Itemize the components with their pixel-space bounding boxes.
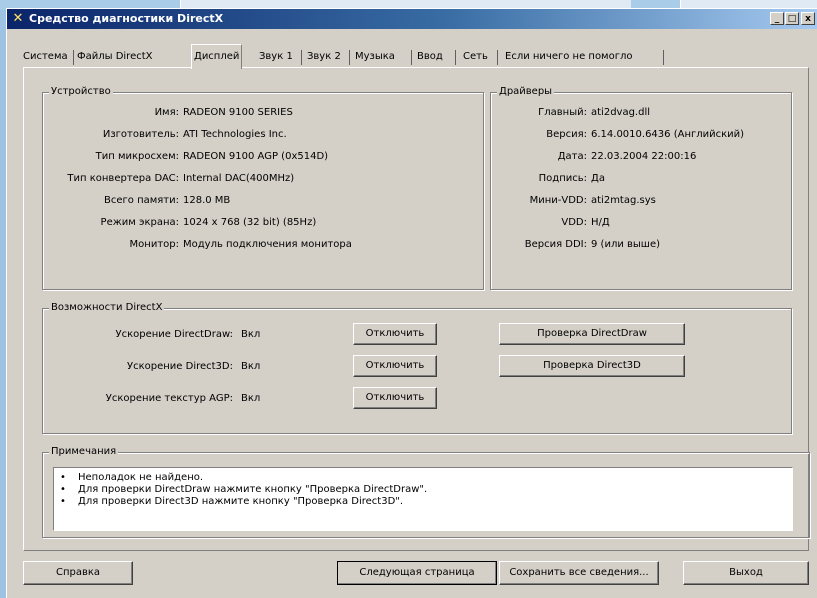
note-line: • Для проверки DirectDraw нажмите кнопку …	[60, 484, 427, 495]
tab-separator	[455, 50, 456, 65]
tab-system[interactable]: Система	[23, 47, 68, 67]
note-line: • Неполадок не найдено.	[60, 472, 203, 483]
features-group-title: Возможности DirectX	[49, 302, 165, 313]
driver-date-value: 22.03.2004 22:00:16	[591, 151, 697, 162]
tab-separator	[301, 50, 302, 65]
maximize-button[interactable]: □	[785, 12, 799, 25]
exit-button[interactable]: Выход	[683, 561, 809, 585]
tab-network[interactable]: Сеть	[463, 47, 488, 67]
next-page-button[interactable]: Следующая страница	[337, 561, 497, 585]
dac-type-label: Тип конвертера DAC:	[67, 173, 179, 184]
vdd-value: Н/Д	[591, 217, 610, 228]
tab-separator	[349, 50, 350, 65]
display-mode-value: 1024 x 768 (32 bit) (85Hz)	[183, 217, 317, 228]
tab-music[interactable]: Музыка	[355, 47, 395, 67]
dac-type-value: Internal DAC(400MHz)	[183, 173, 295, 184]
driver-main-value: ati2dvag.dll	[591, 107, 651, 118]
directdraw-accel-label: Ускорение DirectDraw:	[115, 329, 234, 340]
direct3d-accel-value: Вкл	[241, 361, 261, 372]
chip-type-value: RADEON 9100 AGP (0x514D)	[183, 151, 329, 162]
close-button[interactable]: x	[801, 12, 815, 25]
device-group-title: Устройство	[49, 86, 113, 97]
memory-label: Всего памяти:	[104, 195, 179, 206]
memory-value: 128.0 MB	[183, 195, 231, 206]
ddi-version-value: 9 (или выше)	[591, 239, 661, 250]
tab-input[interactable]: Ввод	[417, 47, 443, 67]
note-text: Неполадок не найдено.	[78, 472, 204, 483]
dxdiag-app-icon: ✕	[12, 11, 24, 26]
directdraw-accel-value: Вкл	[241, 329, 261, 340]
dxdiag-window: ✕ Средство диагностики DirectX _ □ x Сис…	[6, 8, 817, 598]
mini-vdd-label: Мини-VDD:	[529, 195, 587, 206]
tab-separator	[663, 50, 664, 65]
agp-texture-accel-value: Вкл	[241, 393, 261, 404]
monitor-label: Монитор:	[129, 239, 179, 250]
test-directdraw-button[interactable]: Проверка DirectDraw	[499, 323, 685, 345]
agp-texture-accel-label: Ускорение текстур AGP:	[105, 393, 233, 404]
driver-signature-label: Подпись:	[538, 173, 587, 184]
tab-sound-1[interactable]: Звук 1	[259, 47, 293, 67]
tab-separator	[497, 50, 498, 65]
chip-type-label: Тип микросхем:	[95, 151, 179, 162]
direct3d-accel-label: Ускорение Direct3D:	[127, 361, 233, 372]
tab-separator	[73, 50, 74, 65]
window-title: Средство диагностики DirectX	[29, 12, 224, 25]
device-name-label: Имя:	[154, 107, 179, 118]
note-bullet: •	[60, 472, 66, 483]
display-mode-label: Режим экрана:	[100, 217, 179, 228]
save-all-button[interactable]: Сохранить все сведения...	[499, 561, 659, 585]
title-bar[interactable]: ✕ Средство диагностики DirectX _ □ x	[7, 9, 817, 29]
tab-troubleshoot[interactable]: Если ничего не помогло	[505, 47, 633, 67]
notes-group-title: Примечания	[49, 446, 119, 457]
notes-textbox[interactable]: • Неполадок не найдено. • Для проверки Dir…	[53, 467, 793, 531]
driver-date-label: Дата:	[557, 151, 587, 162]
driver-version-value: 6.14.0010.6436 (Английский)	[591, 129, 745, 140]
note-text: Для проверки Direct3D нажмите кнопку "Пр…	[78, 496, 404, 507]
note-line: • Для проверки Direct3D нажмите кнопку "П…	[60, 496, 403, 507]
manufacturer-label: Изготовитель:	[102, 129, 179, 140]
drivers-group-title: Драйверы	[497, 86, 555, 97]
tab-separator	[411, 50, 412, 65]
disable-direct3d-button[interactable]: Отключить	[353, 355, 437, 377]
driver-main-label: Главный:	[538, 107, 587, 118]
tab-sound-2[interactable]: Звук 2	[307, 47, 341, 67]
tab-directx-files[interactable]: Файлы DirectX	[77, 47, 153, 67]
drivers-group: Драйверы Главный: ati2dvag.dll Версия: 6…	[490, 86, 792, 290]
tab-display[interactable]: Дисплей	[191, 44, 243, 69]
disable-agp-texture-button[interactable]: Отключить	[353, 387, 437, 409]
test-direct3d-button[interactable]: Проверка Direct3D	[499, 355, 685, 377]
device-group: Устройство Имя: RADEON 9100 SERIES Изгот…	[42, 86, 484, 290]
display-tab-panel: Устройство Имя: RADEON 9100 SERIES Изгот…	[23, 67, 810, 551]
ddi-version-label: Версия DDI:	[524, 239, 587, 250]
note-text: Для проверки DirectDraw нажмите кнопку "…	[78, 484, 428, 495]
manufacturer-value: ATI Technologies Inc.	[183, 129, 287, 140]
note-bullet: •	[60, 484, 66, 495]
notes-group: Примечания • Неполадок не найдено. • Для п…	[42, 446, 810, 538]
driver-version-label: Версия:	[546, 129, 587, 140]
minimize-button[interactable]: _	[770, 12, 784, 25]
device-name-value: RADEON 9100 SERIES	[183, 107, 293, 118]
vdd-label: VDD:	[561, 217, 587, 228]
directx-features-group: Возможности DirectX Ускорение DirectDraw…	[42, 302, 792, 434]
help-button[interactable]: Справка	[23, 561, 133, 585]
driver-signature-value: Да	[591, 173, 605, 184]
disable-directdraw-button[interactable]: Отключить	[353, 323, 437, 345]
monitor-value: Модуль подключения монитора	[183, 239, 352, 250]
note-bullet: •	[60, 496, 66, 507]
mini-vdd-value: ati2mtag.sys	[591, 195, 656, 206]
